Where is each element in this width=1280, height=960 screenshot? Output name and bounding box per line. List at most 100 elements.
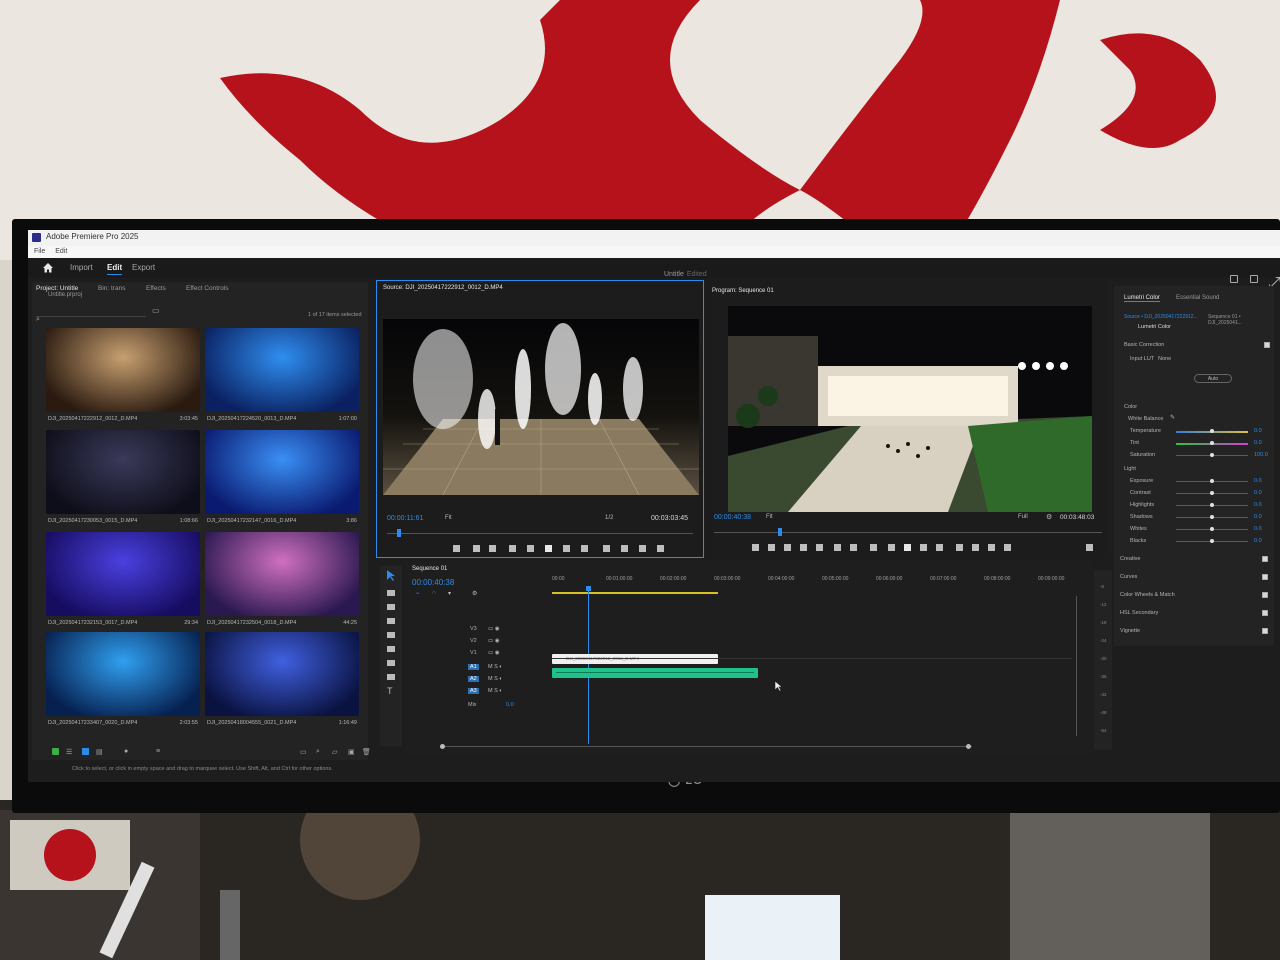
slider-value[interactable]: 0.0 xyxy=(1254,502,1262,508)
tab-effects[interactable]: Effects xyxy=(146,285,166,292)
vr-icon[interactable] xyxy=(1004,544,1011,551)
lumetri-section-header[interactable]: Color Wheels & Match xyxy=(1120,592,1175,598)
lumetri-section-header[interactable]: HSL Secondary xyxy=(1120,610,1158,616)
insert-icon[interactable] xyxy=(603,545,610,552)
slider-knob[interactable] xyxy=(1210,429,1214,433)
tab-export[interactable]: Export xyxy=(132,263,155,272)
home-icon[interactable] xyxy=(42,262,54,273)
slider-value[interactable]: 0.0 xyxy=(1254,538,1262,544)
video-track-toggle-icons[interactable]: ▭ ◉ xyxy=(488,638,500,644)
program-mark-in-icon[interactable] xyxy=(834,544,841,551)
freeform-view-icon[interactable]: ▤ xyxy=(96,748,103,756)
wrench-icon[interactable]: ⚙ xyxy=(1046,513,1052,521)
eyedropper-icon[interactable]: ✎ xyxy=(1170,414,1175,421)
trash-icon[interactable]: 🗑 xyxy=(362,748,371,756)
zoom-right-handle[interactable] xyxy=(966,744,971,749)
slider-value[interactable]: 0.0 xyxy=(1254,490,1262,496)
program-step-back-icon[interactable] xyxy=(888,544,895,551)
source-scrub-bar[interactable] xyxy=(387,533,693,534)
program-quality-select[interactable]: Full xyxy=(1018,514,1028,520)
slider-value[interactable]: 100.0 xyxy=(1254,452,1268,458)
menu-edit[interactable]: Edit xyxy=(55,248,67,255)
audio-track-label[interactable]: A1 xyxy=(468,664,479,670)
pencil-icon[interactable] xyxy=(52,748,59,755)
tab-import[interactable]: Import xyxy=(70,263,93,272)
go-to-out-icon[interactable] xyxy=(581,545,588,552)
timeline-settings-icon[interactable]: ⚙ xyxy=(472,590,477,597)
video-track-toggle-icons[interactable]: ▭ ◉ xyxy=(488,650,500,656)
trim-icon[interactable] xyxy=(768,544,775,551)
linked-selection-icon[interactable]: ∩ xyxy=(432,590,436,596)
video-clip[interactable]: DJI_20250417222912_0012_D.MP4 xyxy=(552,654,718,664)
lumetri-section-checkbox[interactable] xyxy=(1262,610,1268,616)
lumetri-source-clip[interactable]: Source • DJI_20250417222912... xyxy=(1124,314,1198,320)
snap-icon[interactable]: ⌁ xyxy=(416,590,420,597)
source-timecode[interactable]: 00:00:11:61 xyxy=(387,515,423,522)
video-track-toggle-icons[interactable]: ▭ ◉ xyxy=(488,626,500,632)
source-zoom-select[interactable]: Fit xyxy=(445,515,452,521)
vertical-scrollbar[interactable] xyxy=(1076,596,1077,736)
tab-effect-controls[interactable]: Effect Controls xyxy=(186,285,229,292)
sort-icon[interactable]: ≡ xyxy=(156,748,160,755)
mark-out-icon[interactable] xyxy=(489,545,496,552)
video-track-label[interactable]: V2 xyxy=(470,638,477,644)
slider-knob[interactable] xyxy=(1210,453,1214,457)
program-scrub-bar[interactable] xyxy=(714,532,1102,533)
comparison-icon[interactable] xyxy=(816,544,823,551)
audio-track-label[interactable]: A2 xyxy=(468,676,479,682)
source-video-frame[interactable] xyxy=(383,319,699,495)
marker-icon[interactable] xyxy=(453,545,460,552)
lumetri-section-header[interactable]: Vignette xyxy=(1120,628,1140,634)
lumetri-section-header[interactable]: Creative xyxy=(1120,556,1140,562)
step-back-icon[interactable] xyxy=(527,545,534,552)
program-go-to-out-icon[interactable] xyxy=(936,544,943,551)
clip-thumbnail[interactable] xyxy=(46,328,200,412)
slider-knob[interactable] xyxy=(1210,441,1214,445)
zoom-left-handle[interactable] xyxy=(440,744,445,749)
add-marker-icon[interactable]: ▾ xyxy=(448,590,451,597)
slider-knob[interactable] xyxy=(1210,503,1214,507)
slider-knob[interactable] xyxy=(1210,539,1214,543)
slider-value[interactable]: 0.0 xyxy=(1254,514,1262,520)
clip-thumbnail[interactable] xyxy=(46,632,200,716)
lumetri-section-checkbox[interactable] xyxy=(1262,628,1268,634)
new-bin-icon[interactable]: ▭ xyxy=(152,306,160,315)
program-playhead[interactable] xyxy=(778,528,782,536)
workspaces-icon[interactable] xyxy=(1230,275,1238,283)
basic-correction-checkbox[interactable] xyxy=(1264,342,1270,348)
time-ruler[interactable]: 00:00 00:01:00:00 00:02:00:00 00:03:00:00 00… xyxy=(552,576,1072,590)
automate-icon[interactable]: ▭ xyxy=(300,748,307,756)
lift-icon[interactable] xyxy=(956,544,963,551)
slider-value[interactable]: 0.0 xyxy=(1254,478,1262,484)
lumetri-sequence-clip[interactable]: Sequence 01 • DJI_2025041... xyxy=(1208,314,1274,326)
light-section-header[interactable]: Light xyxy=(1124,466,1136,472)
go-to-in-icon[interactable] xyxy=(509,545,516,552)
lumetri-section-header[interactable]: Curves xyxy=(1120,574,1137,580)
slider-knob[interactable] xyxy=(1210,515,1214,519)
source-resolution-select[interactable]: 1/2 xyxy=(605,515,613,521)
tab-edit[interactable]: Edit xyxy=(107,263,123,275)
tab-lumetri-color[interactable]: Lumetri Color xyxy=(1124,295,1161,302)
mix-track-value[interactable]: 0.0 xyxy=(506,702,514,708)
fullscreen-icon[interactable]: ⤢ xyxy=(1268,275,1280,292)
timeline-zoom-scrollbar[interactable] xyxy=(442,746,972,747)
extract-icon[interactable] xyxy=(972,544,979,551)
slider-value[interactable]: 0.0 xyxy=(1254,526,1262,532)
audio-clip[interactable] xyxy=(552,668,758,678)
program-step-forward-icon[interactable] xyxy=(920,544,927,551)
video-track-label[interactable]: V1 xyxy=(470,650,477,656)
clip-thumbnail[interactable] xyxy=(46,430,200,514)
lumetri-section-checkbox[interactable] xyxy=(1262,556,1268,562)
lumetri-section-checkbox[interactable] xyxy=(1262,592,1268,598)
program-marker-icon[interactable] xyxy=(800,544,807,551)
tab-project[interactable]: Project: Untitle xyxy=(36,285,78,292)
program-camera-icon[interactable] xyxy=(988,544,995,551)
audio-track-label[interactable]: A3 xyxy=(468,688,479,694)
slider-value[interactable]: 0.0 xyxy=(1254,440,1262,446)
play-icon[interactable] xyxy=(545,545,552,552)
timeline-timecode[interactable]: 00:00:40:38 xyxy=(412,578,454,587)
project-search-input[interactable]: ⌕ xyxy=(36,308,146,323)
clip-thumbnail[interactable] xyxy=(205,430,359,514)
color-section-header[interactable]: Color xyxy=(1124,404,1137,410)
work-area-bar[interactable] xyxy=(552,592,718,594)
